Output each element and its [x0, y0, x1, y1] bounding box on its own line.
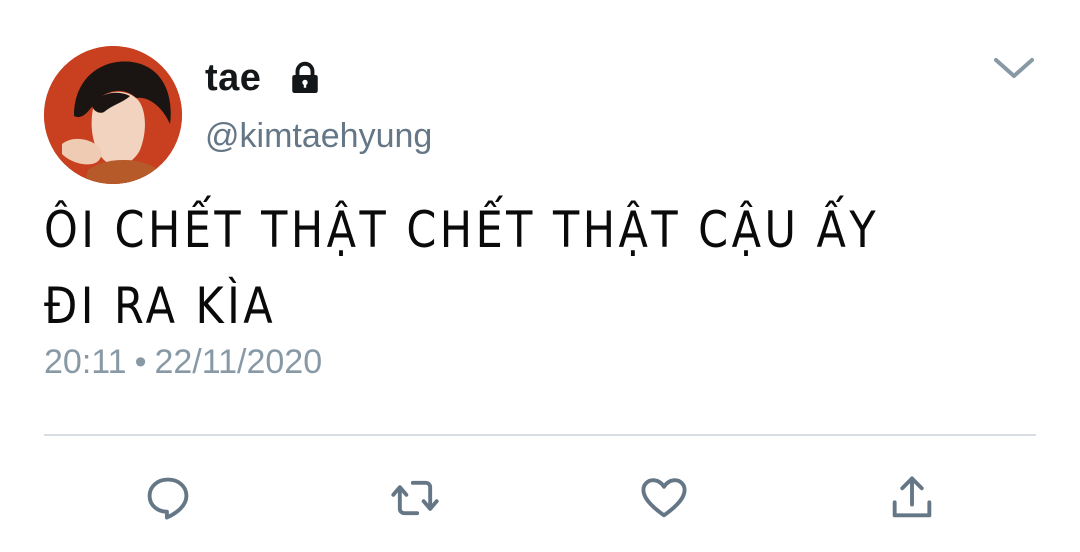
display-name[interactable]: tae: [205, 56, 261, 100]
divider: [44, 434, 1036, 436]
avatar-image: [44, 46, 182, 184]
reply-icon: [147, 477, 189, 520]
tweet-text: ÔI CHẾT THẬT CHẾT THẬT CẬU ẤY ĐI RA KÌA: [44, 201, 880, 335]
avatar[interactable]: [44, 46, 182, 184]
lock-icon: [292, 61, 318, 93]
chevron-down-icon[interactable]: [990, 52, 1038, 84]
meta-separator: •: [134, 343, 147, 381]
user-handle[interactable]: @kimtaehyung: [205, 114, 432, 158]
share-button[interactable]: [884, 470, 940, 526]
share-icon: [892, 476, 932, 518]
tweet-timestamp[interactable]: 20:11 • 22/11/2020: [44, 340, 322, 384]
like-button[interactable]: [636, 470, 692, 526]
tweet-card: tae @kimtaehyung ÔI CHẾT THẬT CHẾT THẬT …: [0, 0, 1080, 552]
tweet-time: 20:11: [44, 343, 127, 381]
reply-button[interactable]: [140, 470, 196, 526]
tweet-date: 22/11/2020: [154, 343, 323, 381]
retweet-icon: [391, 480, 439, 516]
retweet-button[interactable]: [387, 470, 443, 526]
heart-icon: [641, 478, 687, 518]
